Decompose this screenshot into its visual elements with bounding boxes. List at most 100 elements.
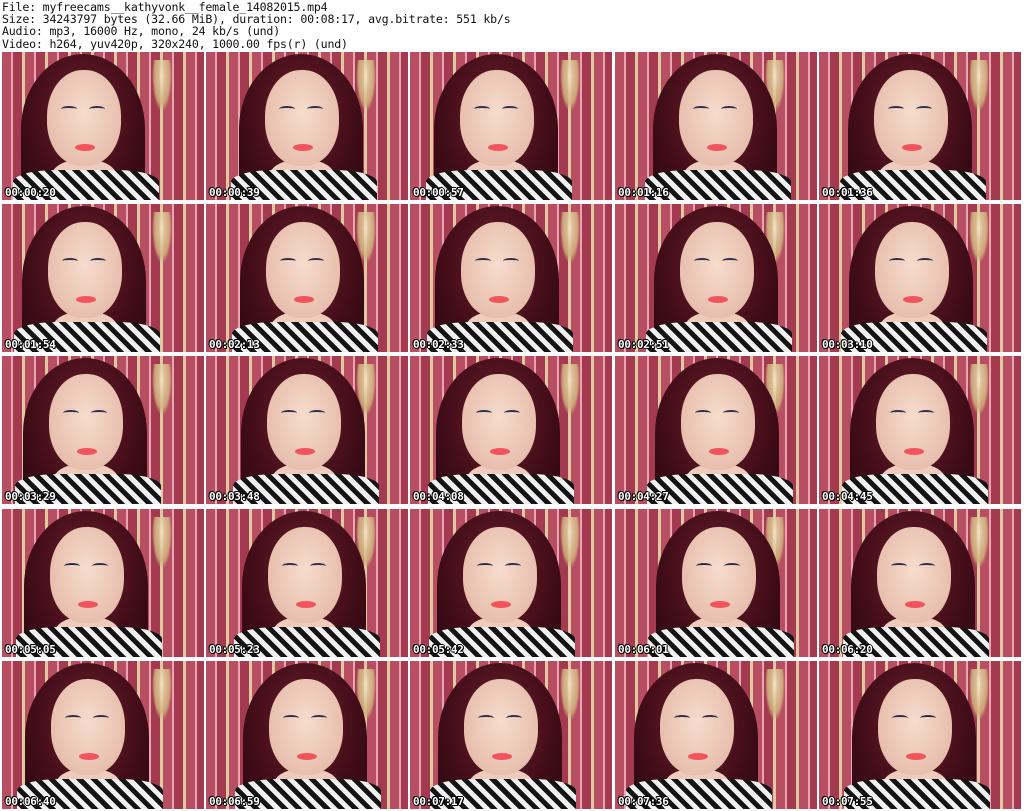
subject-eye-right — [91, 410, 107, 416]
thumbnail-timestamp: 00:03:29 — [5, 490, 56, 503]
video-thumbnail: 00:02:33 — [410, 204, 612, 352]
wall-sconce-ornament — [560, 669, 580, 721]
subject-eye-right — [502, 106, 518, 112]
subject-face — [680, 222, 754, 318]
subject-eye-left — [696, 563, 712, 569]
subject-eye-left — [475, 258, 491, 264]
subject-face — [682, 527, 756, 623]
subject-eye-left — [282, 563, 298, 569]
subject-eye-left — [474, 106, 490, 112]
subject-lips — [294, 296, 314, 303]
subject-eye-right — [919, 563, 935, 569]
subject-face — [877, 527, 951, 623]
subject-face — [660, 679, 734, 775]
thumbnail-timestamp: 00:03:10 — [822, 338, 873, 351]
subject-eye-left — [890, 410, 906, 416]
subject-face — [51, 679, 125, 775]
subject-eye-left — [478, 715, 494, 721]
subject-eye-left — [695, 410, 711, 416]
subject-eye-left — [63, 410, 79, 416]
subject-lips — [906, 753, 926, 760]
subject-face — [874, 70, 948, 166]
subject-eye-right — [722, 258, 738, 264]
subject-eye-left — [279, 106, 295, 112]
video-thumbnail: 00:05:05 — [2, 509, 204, 657]
subject-lips — [710, 601, 730, 608]
wall-sconce-ornament — [969, 364, 989, 416]
video-thumbnail: 00:06:20 — [819, 509, 1021, 657]
video-thumbnail: 00:07:17 — [410, 661, 612, 809]
subject-eye-left — [61, 106, 77, 112]
subject-eye-left — [694, 258, 710, 264]
video-thumbnail: 00:00:20 — [2, 52, 204, 200]
subject-eye-right — [506, 715, 522, 721]
video-thumbnail: 00:01:16 — [615, 52, 817, 200]
subject-lips — [688, 753, 708, 760]
subject-lips — [489, 296, 509, 303]
video-thumbnail: 00:07:36 — [615, 661, 817, 809]
subject-lips — [75, 144, 95, 151]
video-info-line: Video: h264, yuv420p, 320x240, 1000.00 f… — [2, 36, 348, 51]
subject-eye-left — [280, 258, 296, 264]
subject-eye-right — [702, 715, 718, 721]
video-thumbnail: 00:04:45 — [819, 356, 1021, 504]
subject-eye-right — [723, 410, 739, 416]
subject-eye-right — [920, 715, 936, 721]
thumbnail-timestamp: 00:02:51 — [618, 338, 669, 351]
wall-sconce-ornament — [969, 517, 989, 569]
thumbnail-timestamp: 00:04:45 — [822, 490, 873, 503]
video-thumbnail: 00:00:39 — [206, 52, 408, 200]
subject-face — [876, 374, 950, 470]
subject-lips — [490, 448, 510, 455]
thumbnail-timestamp: 00:05:42 — [413, 643, 464, 656]
subject-lips — [297, 753, 317, 760]
subject-lips — [707, 144, 727, 151]
subject-face — [463, 527, 537, 623]
subject-lips — [491, 601, 511, 608]
subject-eye-left — [892, 715, 908, 721]
subject-eye-right — [918, 410, 934, 416]
subject-eye-left — [889, 258, 905, 264]
subject-lips — [79, 753, 99, 760]
subject-eye-left — [64, 563, 80, 569]
wall-sconce-ornament — [560, 364, 580, 416]
thumbnail-timestamp: 00:02:13 — [209, 338, 260, 351]
subject-face — [460, 70, 534, 166]
subject-face — [266, 222, 340, 318]
subject-lips — [708, 296, 728, 303]
wall-sconce-ornament — [152, 517, 172, 569]
subject-eye-right — [89, 106, 105, 112]
subject-eye-right — [504, 410, 520, 416]
thumbnail-timestamp: 00:01:36 — [822, 186, 873, 199]
subject-face — [462, 374, 536, 470]
thumbnail-timestamp: 00:06:01 — [618, 643, 669, 656]
subject-face — [50, 527, 124, 623]
video-thumbnail: 00:05:23 — [206, 509, 408, 657]
subject-eye-right — [311, 715, 327, 721]
subject-face — [49, 374, 123, 470]
subject-eye-right — [310, 563, 326, 569]
subject-eye-left — [693, 106, 709, 112]
subject-lips — [295, 448, 315, 455]
video-thumbnail: 00:07:55 — [819, 661, 1021, 809]
subject-face — [681, 374, 755, 470]
subject-eye-left — [477, 563, 493, 569]
audio-info-line: Audio: mp3, 16000 Hz, mono, 24 kb/s (und… — [2, 24, 280, 39]
video-thumbnail: 00:03:29 — [2, 356, 204, 504]
thumbnail-timestamp: 00:02:33 — [413, 338, 464, 351]
subject-face — [48, 222, 122, 318]
thumbnail-timestamp: 00:07:36 — [618, 795, 669, 808]
subject-eye-right — [503, 258, 519, 264]
video-thumbnail: 00:01:54 — [2, 204, 204, 352]
subject-eye-right — [721, 106, 737, 112]
subject-lips — [296, 601, 316, 608]
subject-eye-left — [888, 106, 904, 112]
thumbnail-timestamp: 00:00:57 — [413, 186, 464, 199]
video-thumbnail: 00:01:36 — [819, 52, 1021, 200]
subject-face — [265, 70, 339, 166]
subject-lips — [76, 296, 96, 303]
subject-face — [878, 679, 952, 775]
wall-sconce-ornament — [560, 212, 580, 264]
subject-lips — [709, 448, 729, 455]
subject-lips — [904, 448, 924, 455]
